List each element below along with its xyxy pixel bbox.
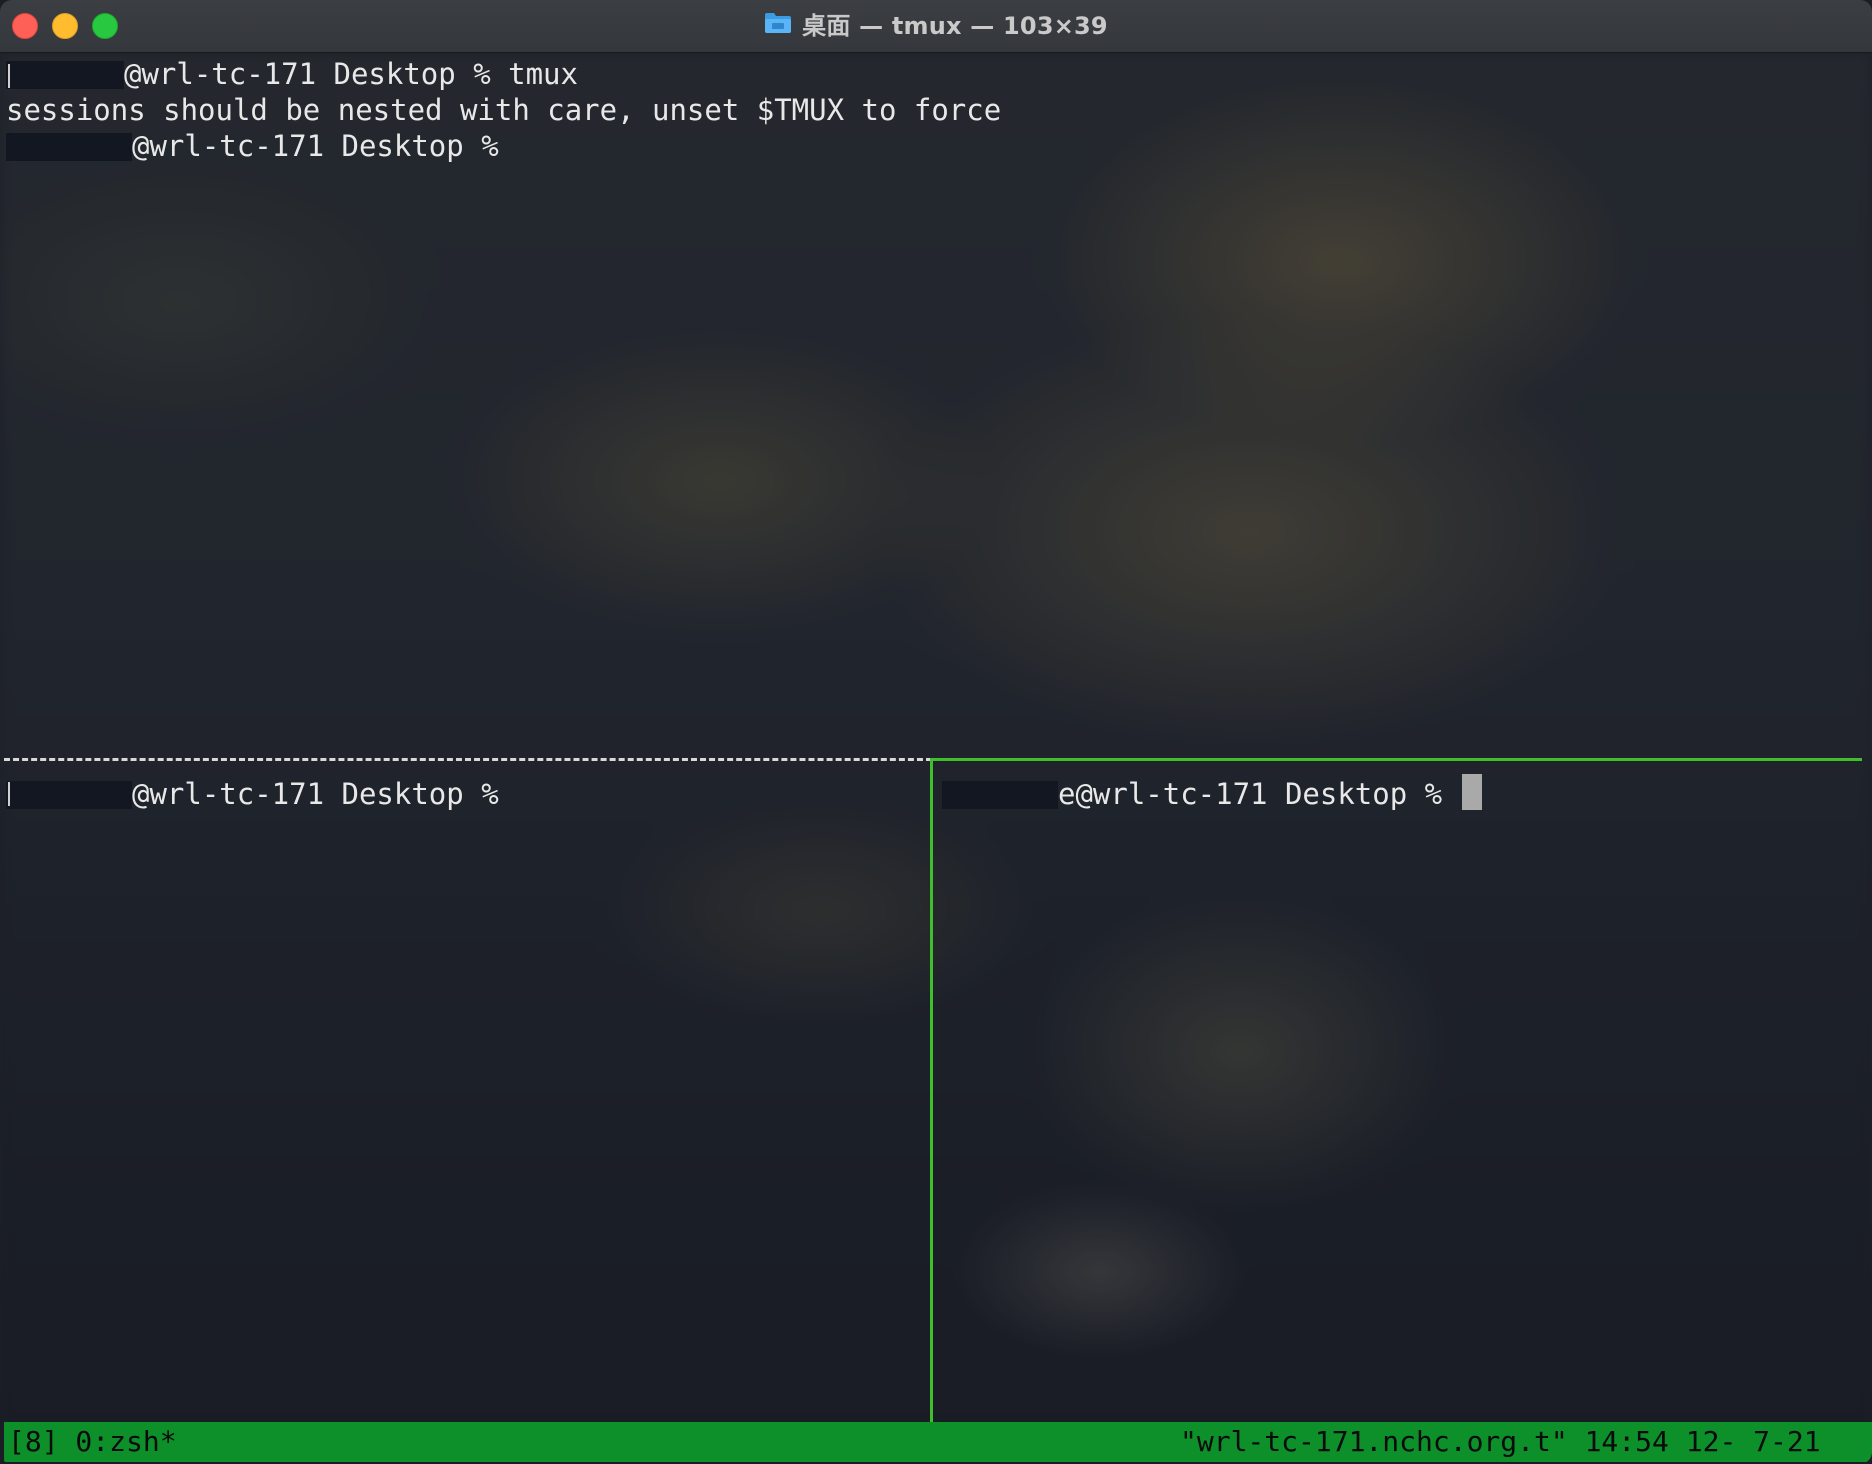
top-pane-line-2-text: sessions should be nested with care, uns… xyxy=(6,93,1002,127)
status-host-time: "wrl-tc-171.nchc.org.t" 14:54 12- 7-21 xyxy=(1180,1425,1821,1458)
bottom-right-pane-prompt-text: e@wrl-tc-171 Desktop % xyxy=(1058,777,1443,811)
bottom-right-pane-prompt[interactable]: e@wrl-tc-171 Desktop % xyxy=(942,776,1442,812)
title-bar[interactable]: 桌面 — tmux — 103×39 xyxy=(0,0,1872,53)
redacted-username xyxy=(6,133,132,161)
redacted-username xyxy=(6,781,132,809)
window-title: 桌面 — tmux — 103×39 xyxy=(802,11,1108,40)
top-pane-line-1-text: @wrl-tc-171 Desktop % tmux xyxy=(124,57,578,91)
top-pane-line-1: @wrl-tc-171 Desktop % tmux xyxy=(6,56,578,92)
folder-icon xyxy=(764,12,792,34)
text-cursor-mark xyxy=(8,782,10,806)
status-window-list[interactable]: [8] 0:zsh* xyxy=(8,1422,177,1462)
terminal-block-cursor xyxy=(1462,774,1482,810)
redacted-username xyxy=(942,781,1058,809)
redacted-username xyxy=(6,61,124,89)
pane-border-active-horizontal[interactable] xyxy=(932,758,1862,761)
top-pane-line-3-text: @wrl-tc-171 Desktop % xyxy=(132,129,499,163)
pane-border-active-vertical[interactable] xyxy=(930,758,933,1422)
bottom-left-pane-prompt[interactable]: @wrl-tc-171 Desktop % xyxy=(6,776,499,812)
terminal-window: 桌面 — tmux — 103×39 @wrl-tc-171 Desktop %… xyxy=(0,0,1872,1464)
bottom-left-pane-prompt-text: @wrl-tc-171 Desktop % xyxy=(132,777,499,811)
window-title-container: 桌面 — tmux — 103×39 xyxy=(0,0,1872,46)
tmux-status-bar: [8] 0:zsh* "wrl-tc-171.nchc.org.t" 14:54… xyxy=(4,1422,1872,1462)
text-cursor-mark xyxy=(8,64,10,88)
top-pane-line-2: sessions should be nested with care, uns… xyxy=(6,92,1001,128)
pane-border-inactive[interactable] xyxy=(4,758,932,761)
top-pane-line-3: @wrl-tc-171 Desktop % xyxy=(6,128,499,164)
